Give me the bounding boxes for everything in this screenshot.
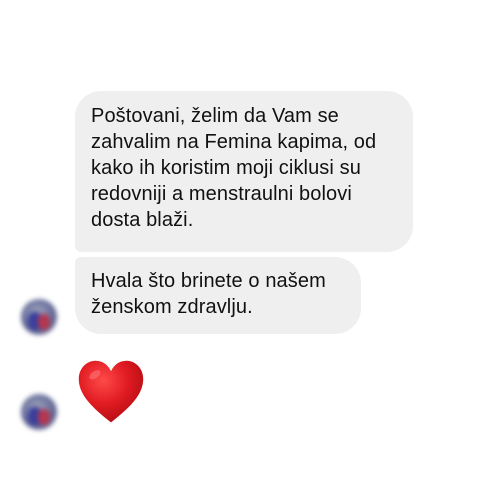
message-text-line: redovniji a menstraulni bolovi bbox=[91, 183, 352, 205]
message-thread: Poštovani, želim da Vam se zahvalim na F… bbox=[0, 0, 500, 500]
sender-avatar[interactable] bbox=[21, 299, 57, 335]
red-heart-icon[interactable] bbox=[76, 358, 146, 428]
message-bubble[interactable]: Hvala što brinete o našem ženskom zdravl… bbox=[75, 257, 361, 334]
message-text-line: ženskom zdravlju. bbox=[91, 296, 253, 318]
sender-avatar[interactable] bbox=[21, 394, 57, 430]
message-bubble[interactable]: Poštovani, želim da Vam se zahvalim na F… bbox=[75, 91, 413, 252]
message-text-line: kako ih koristim moji ciklusi su bbox=[91, 157, 361, 179]
message-text-line: Poštovani, želim da Vam se bbox=[91, 105, 339, 127]
message-text-line: dosta blaži. bbox=[91, 209, 194, 231]
message-text-line: Hvala što brinete o našem bbox=[91, 270, 326, 292]
message-text-line: zahvalim na Femina kapima, od bbox=[91, 131, 377, 153]
